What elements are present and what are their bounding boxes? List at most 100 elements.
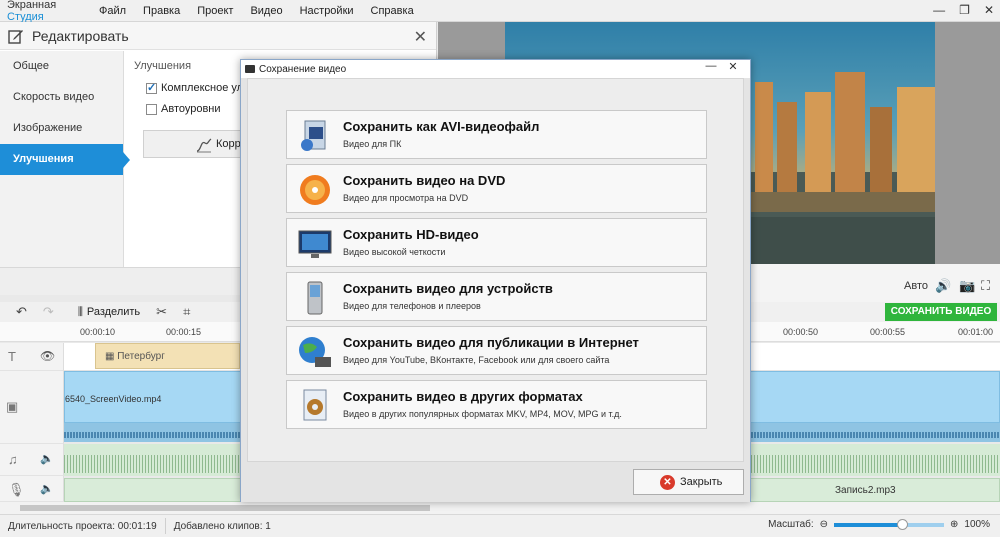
nav-item-enhancements[interactable]: Улучшения [0,144,130,175]
avi-file-icon [301,120,326,151]
menu-video[interactable]: Видео [250,5,282,17]
ruler-tick: 00:01:00 [958,327,994,337]
close-button-label: Закрыть [680,476,723,488]
timeline-scrollbar[interactable] [0,502,1000,514]
undo-icon[interactable]: ↶ [16,304,27,320]
app-title-accent: Студия [7,10,44,23]
minimize-icon[interactable]: — [933,3,945,17]
option-subtitle: Видео для телефонов и плееров [343,301,481,311]
app-title: Экранная Студия [0,0,92,23]
checkbox-unchecked[interactable] [146,103,157,115]
option-subtitle: Видео в других популярных форматах MKV, … [343,409,622,419]
clips-count: Добавлено клипов: 1 [173,520,271,532]
option-title: Сохранить видео для публикации в Интерне… [343,335,639,350]
zoom-in-icon[interactable]: ⊕ [950,519,958,530]
save-other-formats-option[interactable]: Сохранить видео в других форматах Видео … [286,380,707,429]
restore-icon[interactable]: ❐ [959,3,970,17]
option-subtitle: Видео высокой четкости [343,247,446,257]
redo-icon[interactable]: ↷ [43,304,54,320]
save-devices-option[interactable]: Сохранить видео для устройств Видео для … [286,272,707,321]
edit-panel-title: Редактировать [32,27,129,44]
edit-content: Улучшения Комплексное улу Автоуровни [134,60,249,124]
ruler-tick: 00:00:15 [166,327,202,337]
option-title: Сохранить видео для устройств [343,281,553,296]
scissors-icon[interactable]: ✂ [156,304,167,320]
checkbox-row-autolevels[interactable]: Автоуровни [134,103,249,115]
nav-item-general[interactable]: Общее [0,51,123,82]
checkbox-row-complex[interactable]: Комплексное улу [134,81,249,94]
checkbox-checked[interactable] [146,81,157,94]
zoom-slider[interactable] [834,518,945,530]
menu-project[interactable]: Проект [197,5,233,17]
eye-icon[interactable]: 👁 [40,349,55,363]
title-clip[interactable]: ▦ Петербург [95,343,240,369]
save-avi-option[interactable]: Сохранить как AVI-видеофайл Видео для ПК [286,110,707,159]
close-window-icon[interactable]: ✕ [984,3,994,17]
video-camera-icon [245,65,255,73]
option-title: Сохранить видео на DVD [343,173,506,188]
split-label: Разделить [86,306,141,318]
ruler-tick: 00:00:10 [80,327,116,337]
section-label: Улучшения [134,60,192,72]
save-internet-option[interactable]: Сохранить видео для публикации в Интерне… [286,326,707,375]
option-title: Сохранить видео в других форматах [343,389,583,404]
window-controls: — ❐ ✕ [933,3,994,17]
zoom-label: Масштаб: [768,519,814,530]
status-separator [164,518,166,534]
track-head-voice: 🎙 🔈 [0,476,64,502]
track-head-music: ♫ 🔈 [0,444,64,476]
zoom-value: 100% [964,519,990,530]
speaker-icon[interactable]: 🔈 [40,482,54,495]
dialog-minimize-icon[interactable]: — [700,60,722,73]
close-dialog-button[interactable]: ✕ Закрыть [633,469,744,495]
curve-icon [196,138,212,153]
zoom-knob[interactable] [897,518,909,530]
checkbox-autolevels-label: Автоуровни [161,103,221,115]
text-icon: T [8,349,16,364]
zoom-out-icon[interactable]: ⊖ [820,519,828,530]
nav-item-image[interactable]: Изображение [0,113,123,144]
split-button[interactable]: ⫼ Разделить [78,306,140,319]
correction-button[interactable]: Корр [143,130,243,158]
crop-icon[interactable]: ⌗ [183,304,190,320]
save-video-dialog: Сохранение видео — ✕ Сохранить как AVI-в… [240,59,751,502]
save-dvd-option[interactable]: Сохранить видео на DVD Видео для просмот… [286,164,707,213]
edit-nav: Общее Скорость видео Изображение Улучшен… [0,51,130,295]
app-title-main: Экранная [7,0,57,11]
zoom-control: Масштаб: ⊖ ⊕ 100% [768,518,990,530]
save-video-button[interactable]: СОХРАНИТЬ ВИДЕО [885,303,997,321]
music-note-icon: ♫ [8,452,18,467]
nav-item-speed[interactable]: Скорость видео [0,82,123,113]
menu-help[interactable]: Справка [371,5,414,17]
dialog-close-icon[interactable]: ✕ [722,60,744,73]
menu-bar: Экранная Студия Файл Правка Проект Видео… [0,0,1000,23]
dialog-titlebar: Сохранение видео — ✕ [241,60,750,78]
volume-icon[interactable]: 🔊 [935,278,951,294]
microphone-icon: 🎙 [8,482,25,497]
fullscreen-icon[interactable]: ⛶ [981,278,990,294]
scrollbar-thumb[interactable] [20,505,430,511]
dialog-footer: ✕ Закрыть [241,462,750,502]
correction-button-label: Корр [216,138,241,150]
save-hd-option[interactable]: Сохранить HD-видео Видео высокой четкост… [286,218,707,267]
video-camera-icon: ▣ [6,399,19,414]
close-panel-icon[interactable]: ✕ [414,27,427,47]
menu-settings[interactable]: Настройки [300,5,354,17]
dialog-title: Сохранение видео [259,63,347,75]
phone-device-icon [307,281,323,315]
speaker-icon[interactable]: 🔈 [40,452,54,465]
menu-edit[interactable]: Правка [143,5,180,17]
pencil-icon [8,29,23,44]
dialog-window-controls: — ✕ [700,60,744,73]
option-title: Сохранить как AVI-видеофайл [343,119,540,134]
split-icon: ⫼ [77,305,83,318]
edit-header: Редактировать [0,22,436,50]
auto-label[interactable]: Авто [904,280,928,292]
ruler-tick: 00:00:50 [783,327,819,337]
title-clip-label: Петербург [117,351,165,362]
project-duration: Длительность проекта: 00:01:19 [8,520,157,532]
menu-file[interactable]: Файл [99,5,126,17]
film-file-icon [303,389,327,421]
hd-monitor-icon [298,230,332,258]
camera-icon[interactable]: 📷 [959,278,975,294]
